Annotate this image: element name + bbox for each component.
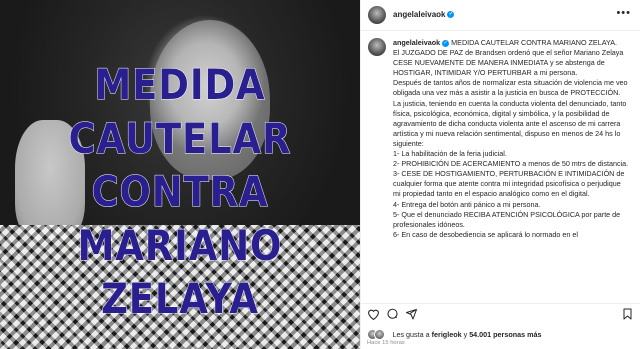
caption-username[interactable]: angelaleivaok [393, 38, 440, 47]
caption-text: angelaleivaok ✓ MEDIDA CAUTELAR CONTRA MA… [393, 38, 629, 240]
caption-paragraph: 2- PROHIBICIÓN DE ACERCAMIENTO a menos d… [393, 159, 629, 169]
caption-paragraph: MEDIDA CAUTELAR CONTRA MARIANO ZELAYA. [451, 38, 618, 47]
caption-paragraph: Después de tantos años de normalizar est… [393, 78, 628, 98]
caption-paragraph: 1- La habilitación de la feria judicial. [393, 149, 507, 159]
likes-summary[interactable]: Les gusta a ferigleok y 54.001 personas … [367, 326, 542, 341]
avatar[interactable] [368, 6, 386, 24]
caption-avatar[interactable] [368, 38, 386, 56]
post-details-panel: angelaleivaok ✓ ••• angelaleivaok ✓ MEDIDA… [360, 0, 640, 349]
bookmark-icon[interactable] [622, 308, 633, 322]
verified-badge-icon: ✓ [442, 39, 450, 47]
share-icon[interactable] [405, 308, 418, 322]
caption: angelaleivaok ✓ MEDIDA CAUTELAR CONTRA MA… [368, 38, 630, 300]
caption-paragraph: La justicia, teniendo en cuenta la condu… [393, 98, 627, 148]
caption-paragraph: El JUZGADO DE PAZ de Brandsen ordenó que… [393, 48, 624, 78]
likes-first-user[interactable]: ferigleok [432, 330, 462, 339]
heart-icon[interactable] [367, 308, 380, 322]
caption-paragraph: 6- En caso de desobediencia se aplicará … [393, 229, 578, 239]
header-username[interactable]: angelaleivaok ✓ [393, 10, 455, 19]
headline-line: CONTRA [91, 167, 269, 217]
caption-paragraph: 5- Que el denunciado RECIBA ATENCIÓN PSI… [393, 209, 621, 229]
header-username-text[interactable]: angelaleivaok [393, 10, 445, 19]
headline-line: CAUTELAR [68, 113, 292, 163]
post-image-headline: MEDIDA CAUTELAR CONTRA MARIANO ZELAYA [22, 58, 339, 326]
verified-badge-icon: ✓ [447, 11, 455, 19]
comment-icon[interactable] [386, 308, 399, 322]
headline-line: ZELAYA [101, 274, 259, 324]
post-image[interactable]: MEDIDA CAUTELAR CONTRA MARIANO ZELAYA [0, 0, 360, 349]
liker-avatar [374, 329, 385, 341]
likes-prefix: Les gusta a [392, 330, 432, 340]
caption-paragraph: 4- Entrega del botón anti pánico a mi pe… [393, 199, 541, 209]
likes-count[interactable]: 54.001 personas más [469, 330, 541, 339]
post-timestamp[interactable]: Hace 15 horas [367, 340, 405, 346]
likes-text: Les gusta a ferigleok y 54.001 personas … [392, 330, 541, 339]
headline-line: MARIANO [77, 220, 283, 270]
headline-line: MEDIDA [94, 60, 266, 110]
post-header: angelaleivaok ✓ ••• [361, 0, 640, 31]
more-dots-icon[interactable]: ••• [616, 7, 631, 19]
action-bar [361, 303, 640, 324]
caption-paragraph: 3- CESE DE HOSTIGAMIENTO, PERTURBACIÓN E… [393, 169, 625, 199]
